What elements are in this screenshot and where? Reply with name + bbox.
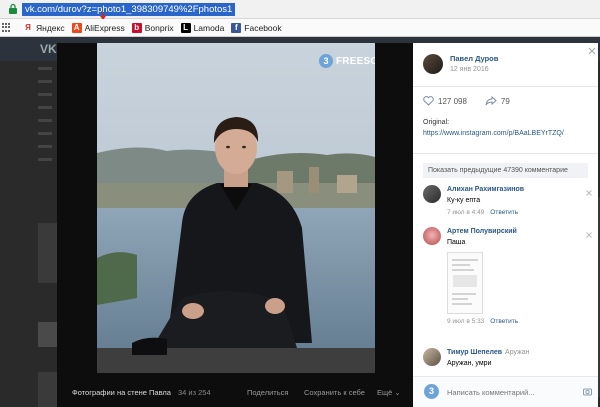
bonprix-icon: b: [131, 22, 142, 33]
bookmark-facebook[interactable]: f Facebook: [231, 22, 282, 33]
lock-icon: [9, 3, 17, 14]
address-bar[interactable]: vk.com/durov?z=photo1_398309749%2Fphotos…: [0, 0, 600, 20]
shares-count[interactable]: 79: [501, 97, 510, 106]
close-icon[interactable]: [586, 232, 592, 238]
bookmark-list: Я Яндекс A AliExpress b Bonprix L Lamoda f Facebo…: [23, 22, 289, 33]
comment-author[interactable]: Артем Полувирский: [447, 227, 518, 236]
watermark: 3 FREESOFT.RU: [319, 54, 375, 68]
aliexpress-icon: A: [71, 22, 82, 33]
comment-author: Тимур Шепелев Аружан: [447, 348, 530, 357]
bookmark-bonprix[interactable]: b Bonprix: [131, 22, 174, 33]
author-name[interactable]: Павел Дуров: [450, 54, 498, 63]
url-text[interactable]: vk.com/durov?z=photo1_398309749%2Fphotos…: [22, 3, 236, 16]
watermark-text: FREESOFT.RU: [336, 55, 375, 67]
comment-date[interactable]: 7 июл в 4:49: [447, 209, 484, 216]
close-icon[interactable]: [586, 190, 592, 196]
original-link[interactable]: https://www.instagram.com/p/BAaLBEYrTZQ/: [423, 128, 564, 139]
comment-meta: 9 июл в 5:33 Ответить: [447, 317, 518, 326]
more-button[interactable]: Ещё ⌄: [377, 388, 401, 397]
attached-screenshot[interactable]: [447, 252, 483, 314]
apps-grid-icon: [2, 22, 12, 33]
comment-text: Аружан, умри: [447, 360, 492, 367]
background-block: [38, 372, 58, 407]
comment-author-name[interactable]: Тимур Шепелев: [447, 349, 502, 356]
info-panel: Павел Дуров 12 янв 2016 127 098 79 Origi…: [413, 43, 598, 407]
apps-shortcut[interactable]: [2, 22, 16, 33]
avatar[interactable]: [423, 185, 441, 203]
divider: [413, 153, 598, 154]
bookmark-lamoda[interactable]: L Lamoda: [180, 22, 225, 33]
bookmark-label: Bonprix: [144, 22, 174, 33]
comment-input-row: 3: [413, 376, 598, 407]
comment-text: Паша: [447, 239, 466, 246]
bookmark-label: Яндекс: [36, 22, 65, 33]
bookmark-label: Facebook: [244, 22, 282, 33]
likes-count[interactable]: 127 098: [438, 97, 467, 106]
bookmark-yandex[interactable]: Я Яндекс: [23, 22, 65, 33]
bookmark-label: Lamoda: [193, 22, 225, 33]
bookmarks-bar: Я Яндекс A AliExpress b Bonprix L Lamoda f Facebo…: [0, 19, 600, 37]
heart-icon[interactable]: [423, 96, 434, 106]
comment-meta: 7 июл в 4:49 Ответить: [447, 208, 524, 217]
post-date[interactable]: 12 янв 2016: [450, 66, 498, 73]
lamoda-icon: L: [180, 22, 191, 33]
save-button[interactable]: Сохранить к себе: [304, 388, 365, 397]
photo-image: [97, 43, 375, 373]
share-arrow-icon[interactable]: [485, 96, 497, 106]
photo-viewer: 3 FREESOFT.RU Фотографии на стене Павла …: [57, 43, 598, 407]
comment-item: Тимур Шепелев Аружан Аружан, умри: [423, 348, 593, 368]
facebook-icon: f: [231, 22, 242, 33]
album-link[interactable]: Фотографии на стене Павла: [72, 388, 171, 397]
reply-to-name[interactable]: Аружан: [505, 349, 530, 356]
reply-link[interactable]: Ответить: [490, 209, 518, 216]
comment-author[interactable]: Алихан Рахимгазинов: [447, 185, 524, 194]
bookmark-label: AliExpress: [84, 22, 125, 33]
show-previous-comments-button[interactable]: Показать предыдущие 47390 комментарие: [423, 163, 588, 178]
divider: [413, 86, 598, 87]
comment-item: Артем Полувирский Паша 9 июл в 5:33 Ответ…: [423, 227, 593, 326]
photo-footer: Фотографии на стене Павла 34 из 254 Поде…: [57, 377, 413, 407]
share-button[interactable]: Поделиться: [247, 388, 288, 397]
original-label: Original:: [423, 119, 450, 126]
post-caption: Original: https://www.instagram.com/p/BA…: [423, 117, 564, 139]
comment-item: Алихан Рахимгазинов Ку-ку епта 7 июл в 4…: [423, 185, 593, 217]
reply-link[interactable]: Ответить: [490, 318, 518, 325]
freesoft-logo-icon: 3: [319, 54, 333, 68]
bookmark-aliexpress[interactable]: A AliExpress: [71, 22, 125, 33]
vk-logo-icon: VK: [40, 42, 57, 56]
user-avatar-icon: 3: [424, 384, 439, 399]
photo[interactable]: 3 FREESOFT.RU: [97, 43, 375, 373]
screen: vk.com/durov?z=photo1_398309749%2Fphotos…: [0, 0, 600, 407]
photo-counter: 34 из 254: [178, 387, 211, 397]
comment-date[interactable]: 9 июл в 5:33: [447, 318, 484, 325]
yandex-icon: Я: [23, 22, 33, 33]
reactions-row: 127 098 79: [423, 96, 528, 106]
photo-area: 3 FREESOFT.RU Фотографии на стене Павла …: [57, 43, 413, 407]
avatar[interactable]: [423, 54, 443, 74]
author-block: Павел Дуров 12 янв 2016: [423, 54, 498, 74]
avatar[interactable]: [423, 227, 441, 245]
camera-attach-icon[interactable]: [583, 386, 592, 397]
comment-text: Ку-ку епта: [447, 197, 481, 204]
background-block: [38, 322, 58, 347]
background-block: [38, 223, 58, 283]
comment-input[interactable]: [447, 385, 582, 399]
close-icon[interactable]: [588, 47, 596, 55]
avatar[interactable]: [423, 348, 441, 366]
